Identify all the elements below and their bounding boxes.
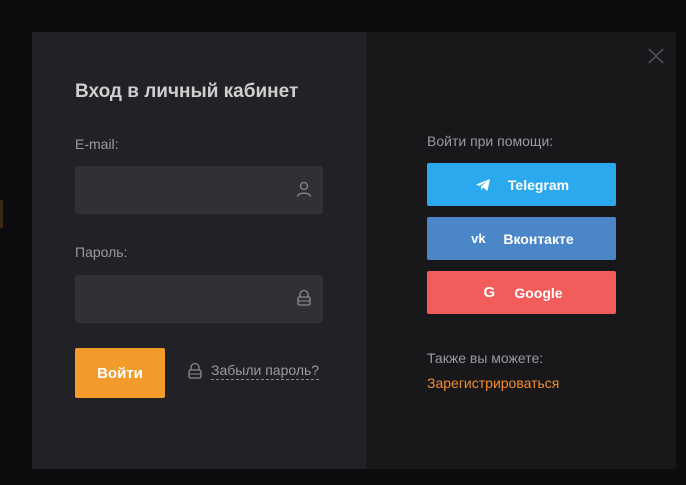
forgot-password-text[interactable]: Забыли пароль? <box>211 362 320 380</box>
login-modal: Вход в личный кабинет E-mail: Пароль: Во… <box>32 32 676 469</box>
forgot-password-link[interactable]: Забыли пароль? <box>187 362 320 380</box>
google-icon: G <box>483 284 496 301</box>
also-label: Также вы можете: <box>427 350 544 366</box>
user-icon <box>296 181 312 197</box>
email-field[interactable] <box>75 166 323 214</box>
google-label: Google <box>514 284 563 301</box>
lock-icon <box>297 289 311 306</box>
lock-icon <box>188 362 202 379</box>
telegram-icon <box>474 178 492 192</box>
vk-button[interactable]: vk Вконтакте <box>427 217 616 260</box>
password-label: Пароль: <box>75 244 128 260</box>
vk-icon: vk <box>471 231 486 246</box>
social-login-panel: Войти при помощи: Telegram vk Вконтакте … <box>366 32 676 469</box>
modal-title: Вход в личный кабинет <box>75 81 299 102</box>
telegram-label: Telegram <box>507 176 570 193</box>
vk-label: Вконтакте <box>503 230 574 247</box>
social-login-heading: Войти при помощи: <box>427 133 554 149</box>
email-label: E-mail: <box>75 136 119 152</box>
background-accent-strip <box>0 200 3 228</box>
password-field[interactable] <box>75 275 323 323</box>
close-icon[interactable] <box>648 48 664 64</box>
google-button[interactable]: G Google <box>427 271 616 314</box>
telegram-button[interactable]: Telegram <box>427 163 616 206</box>
login-form-panel: Вход в личный кабинет E-mail: Пароль: Во… <box>32 32 366 469</box>
register-link[interactable]: Зарегистрироваться <box>427 375 559 391</box>
login-button[interactable]: Войти <box>75 348 165 398</box>
